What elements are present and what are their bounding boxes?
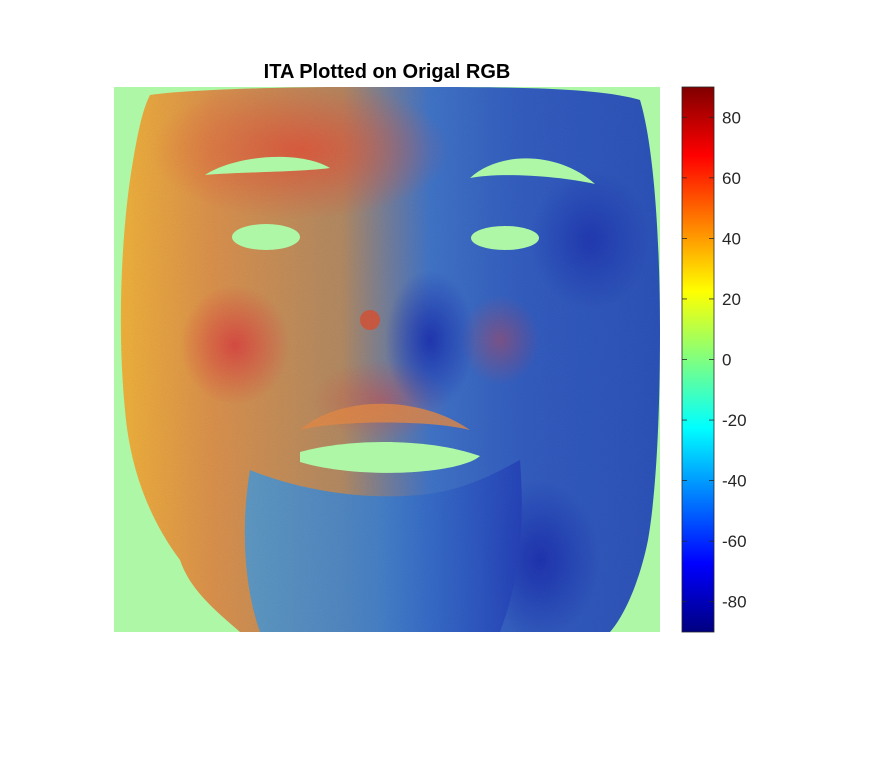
mask-right-eye [471,226,539,250]
colorbar-tick-label: -20 [722,411,747,430]
colorbar-tick-label: 20 [722,290,741,309]
colorbar-tick-label: -40 [722,472,747,491]
face-region [120,87,660,632]
colorbar-tick-label: -80 [722,593,747,612]
colorbar-tick-label: 0 [722,351,731,370]
figure: ITA Plotted on Origal RGB 806040200-20-4… [114,61,747,633]
colorbar-tick-label: 40 [722,229,741,248]
colorbar-tick-label: 60 [722,169,741,188]
colorbar: 80 60 40 20 0 -20 -40 -60 -80 [681,86,747,633]
chart-title: ITA Plotted on Origal RGB [264,61,511,83]
mask-left-eye [232,224,300,250]
heatmap-image [114,87,660,632]
colorbar-tick-label: 80 [722,108,741,127]
colorbar-tick-label: -60 [722,532,747,551]
